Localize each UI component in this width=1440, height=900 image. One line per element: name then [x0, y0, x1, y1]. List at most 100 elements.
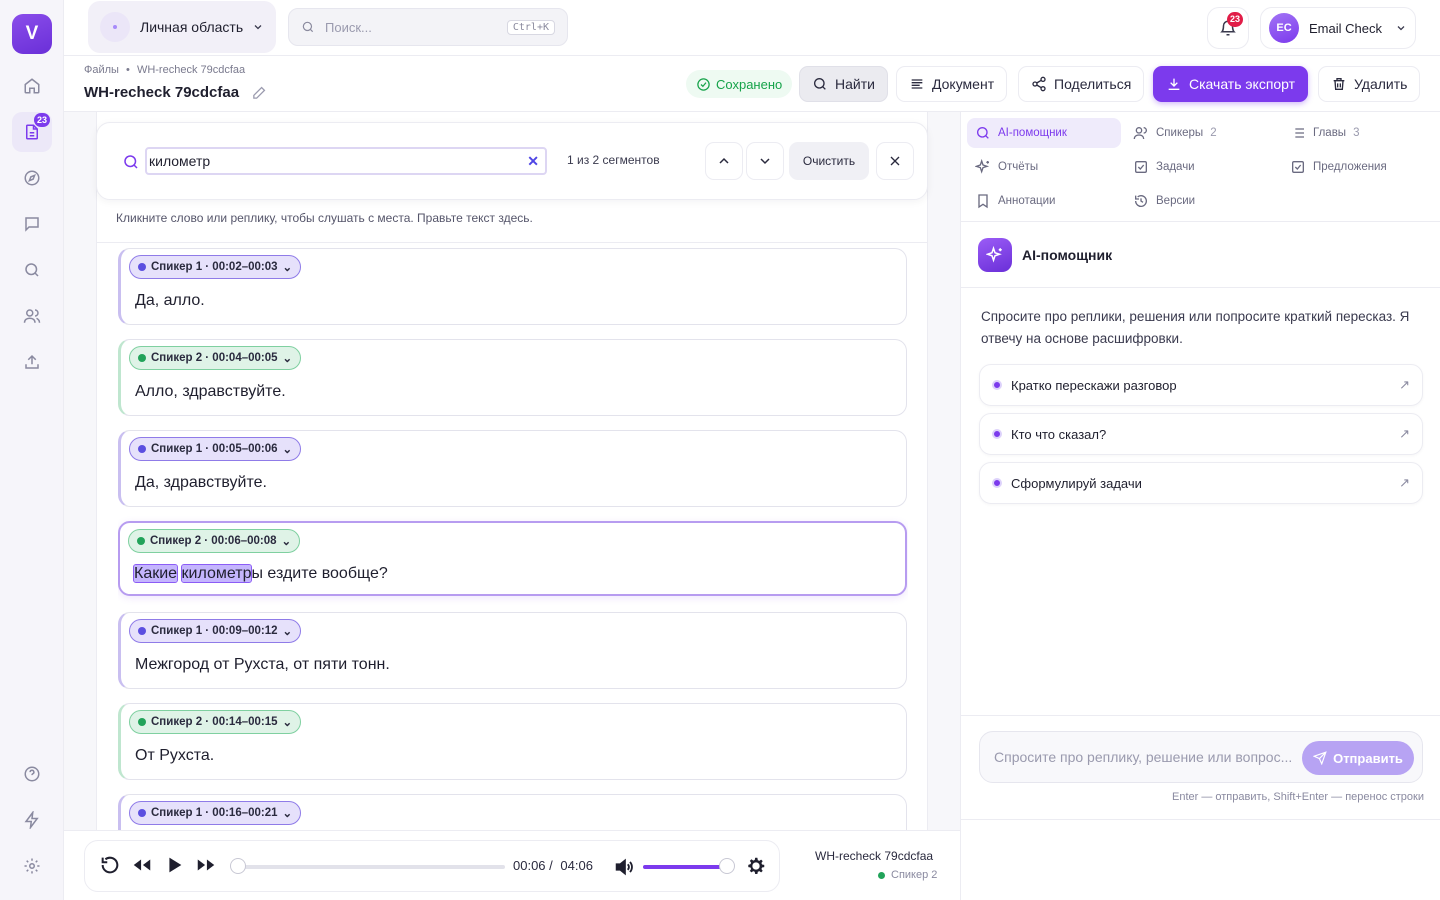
- search-nav-icon[interactable]: [12, 250, 52, 290]
- trash-icon: [1333, 78, 1345, 90]
- notifications-button[interactable]: 23: [1207, 7, 1249, 49]
- tab-reports[interactable]: Отчёты: [967, 152, 1046, 182]
- total-time: 04:06: [560, 858, 593, 873]
- volume-handle[interactable]: [719, 858, 735, 874]
- suggestion-button[interactable]: Кто что сказал? ↗: [979, 413, 1423, 455]
- speaker-chip[interactable]: Спикер 1 · 00:05–00:06 ⌄: [129, 437, 302, 461]
- assistant-header: AI-помощник: [961, 222, 1440, 288]
- volume-slider[interactable]: [643, 865, 725, 869]
- compass-icon[interactable]: [12, 158, 52, 198]
- download-icon: [1168, 78, 1180, 90]
- suggestion-dot: [992, 429, 1002, 439]
- replay-icon[interactable]: [99, 854, 121, 876]
- speaker-chip[interactable]: Спикер 2 · 00:06–00:08 ⌄: [128, 529, 301, 553]
- tab-versions[interactable]: Версии: [1125, 186, 1203, 216]
- speaker-chip-label: Спикер 2 · 00:04–00:05: [151, 352, 278, 364]
- tab-tasks[interactable]: Задачи: [1125, 152, 1203, 182]
- tab-count: 2: [1210, 127, 1217, 139]
- transcript-segment[interactable]: Спикер 1 · 00:16–00:21 ⌄: [118, 794, 907, 830]
- tab-label: Задачи: [1156, 161, 1195, 173]
- settings-icon[interactable]: [12, 846, 52, 886]
- gear-icon[interactable]: [745, 855, 767, 877]
- assistant-input[interactable]: Спросите про реплику, решение или вопрос…: [979, 731, 1423, 783]
- download-export-button[interactable]: Скачать экспорт: [1153, 66, 1309, 102]
- text-lines-icon: [911, 79, 923, 89]
- user-menu[interactable]: EC Email Check: [1260, 7, 1416, 49]
- transcript-hint: Кликните слово или реплику, чтобы слушат…: [116, 211, 533, 225]
- check-circle-icon: [697, 77, 710, 91]
- speaker-chip[interactable]: Спикер 2 · 00:14–00:15 ⌄: [129, 710, 302, 734]
- send-button[interactable]: Отправить: [1302, 741, 1414, 775]
- segment-text[interactable]: Алло, здравствуйте.: [135, 383, 286, 401]
- highlighted-word[interactable]: Какие: [132, 564, 179, 583]
- app-logo[interactable]: V: [12, 14, 52, 54]
- next-match-button[interactable]: [746, 142, 784, 180]
- breadcrumb-separator: •: [126, 64, 130, 76]
- active-transcript-segment[interactable]: Спикер 2 · 00:06–00:08 ⌄ Какие километры …: [118, 521, 907, 596]
- speaker-chip[interactable]: Спикер 1 · 00:09–00:12 ⌄: [129, 619, 302, 643]
- find-query: километр: [149, 153, 211, 169]
- arrow-up-right-icon: ↗: [1399, 426, 1410, 441]
- fast-forward-icon[interactable]: [195, 854, 217, 876]
- transcript-segment[interactable]: Спикер 1 · 00:02–00:03 ⌄ Да, алло.: [118, 248, 907, 325]
- home-icon[interactable]: [12, 66, 52, 106]
- progress-handle[interactable]: [230, 858, 247, 874]
- users-icon[interactable]: [12, 296, 52, 336]
- lightning-icon[interactable]: [12, 800, 52, 840]
- clear-input-icon[interactable]: ✕: [527, 153, 539, 170]
- hint-divider: [96, 242, 928, 243]
- upload-icon[interactable]: [12, 342, 52, 382]
- segment-text[interactable]: Какие километры ездите вообще?: [132, 564, 388, 583]
- pencil-icon[interactable]: [251, 84, 268, 101]
- tab-chapters[interactable]: Главы 3: [1282, 118, 1367, 148]
- volume-icon[interactable]: [613, 856, 635, 878]
- suggestion-button[interactable]: Сформулируй задачи ↗: [979, 462, 1423, 504]
- search-input[interactable]: Поиск... Ctrl+K: [288, 8, 568, 46]
- progress-track[interactable]: [233, 865, 505, 869]
- find-input[interactable]: километр ✕: [145, 147, 547, 175]
- segment-text-rest[interactable]: ы ездите вообще?: [251, 565, 387, 582]
- segment-text[interactable]: Да, алло.: [135, 292, 205, 310]
- close-find-button[interactable]: [876, 142, 914, 180]
- share-button[interactable]: Поделиться: [1018, 66, 1145, 102]
- tab-speakers[interactable]: Спикеры 2: [1125, 118, 1225, 148]
- clear-search-button[interactable]: Очистить: [789, 142, 869, 180]
- transcript-segment[interactable]: Спикер 2 · 00:04–00:05 ⌄ Алло, здравствуй…: [118, 339, 907, 416]
- tab-count: 3: [1353, 127, 1360, 139]
- speaker-chip[interactable]: Спикер 1 · 00:02–00:03 ⌄: [129, 255, 302, 279]
- right-panel: AI-помощник Спикеры 2 Главы 3 Отчёты Задач…: [960, 112, 1440, 900]
- transcript-segment[interactable]: Спикер 2 · 00:14–00:15 ⌄ От Рухста.: [118, 703, 907, 780]
- share-label: Поделиться: [1054, 76, 1132, 92]
- find-button[interactable]: Найти: [799, 66, 888, 102]
- assistant-composer: Спросите про реплику, решение или вопрос…: [961, 715, 1440, 820]
- speaker-chip[interactable]: Спикер 1 · 00:16–00:21 ⌄: [129, 801, 302, 825]
- transcript-segment[interactable]: Спикер 1 · 00:05–00:06 ⌄ Да, здравствуйте…: [118, 430, 907, 507]
- tab-suggestions[interactable]: Предложения: [1282, 152, 1395, 182]
- page-title-row: WH-recheck 79cdcfaa: [84, 84, 268, 101]
- documents-icon[interactable]: 23: [12, 112, 52, 152]
- breadcrumb-root[interactable]: Файлы: [84, 64, 119, 76]
- search-match[interactable]: километр: [180, 564, 253, 583]
- workspace-selector[interactable]: Личная область: [88, 1, 276, 53]
- assistant-description: Спросите про реплики, решения или попрос…: [981, 309, 1410, 346]
- composer-hint: Enter — отправить, Shift+Enter — перенос…: [1171, 791, 1424, 803]
- document-button[interactable]: Документ: [896, 66, 1008, 102]
- sparkle-icon: [975, 159, 990, 174]
- transcript-segment[interactable]: Спикер 1 · 00:09–00:12 ⌄ Межгород от Рухс…: [118, 612, 907, 689]
- previous-match-button[interactable]: [705, 142, 743, 180]
- speaker-chip[interactable]: Спикер 2 · 00:04–00:05 ⌄: [129, 346, 302, 370]
- close-icon: [890, 156, 900, 166]
- arrow-up-right-icon: ↗: [1399, 377, 1410, 392]
- segment-text[interactable]: От Рухста.: [135, 747, 214, 765]
- chat-icon[interactable]: [12, 204, 52, 244]
- rewind-icon[interactable]: [131, 854, 153, 876]
- help-icon[interactable]: [12, 754, 52, 794]
- tab-annotations[interactable]: Аннотации: [967, 186, 1063, 216]
- segment-text[interactable]: Межгород от Рухста, от пяти тонн.: [135, 656, 390, 674]
- delete-button[interactable]: Удалить: [1318, 66, 1421, 102]
- suggestion-button[interactable]: Кратко перескажи разговор ↗: [979, 364, 1423, 406]
- play-icon[interactable]: [163, 854, 185, 876]
- tab-ai-assistant[interactable]: AI-помощник: [967, 118, 1121, 148]
- segment-text[interactable]: Да, здравствуйте.: [135, 474, 267, 492]
- current-time: 00:06: [513, 858, 546, 873]
